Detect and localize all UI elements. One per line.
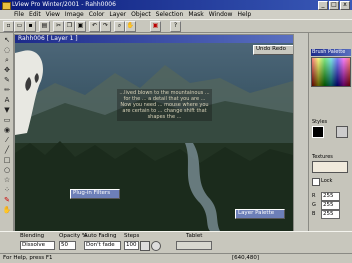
lock-label: Lock xyxy=(321,178,333,184)
text-tool-icon[interactable]: A xyxy=(2,96,12,105)
zoom-tool-icon[interactable]: ⌕ xyxy=(2,56,12,65)
title-bar: LView Pro Winter/2001 - Rahh0006 _ □ x xyxy=(0,0,352,10)
auto-fading-select[interactable]: Don't fade xyxy=(84,241,121,250)
status-bar: For Help, press F1 [640,480] xyxy=(0,253,352,263)
tablet-options[interactable] xyxy=(176,241,212,250)
copy-icon[interactable]: ❐ xyxy=(64,21,75,32)
info-overlay-text: ...lived blown to the mountainous ... fo… xyxy=(117,89,212,121)
close-button[interactable]: x xyxy=(340,1,350,10)
status-help-text: For Help, press F1 xyxy=(3,255,53,261)
save-icon[interactable]: ▪ xyxy=(25,21,36,32)
undo-redo-label: Undo Redo xyxy=(256,46,286,52)
menu-edit[interactable]: Edit xyxy=(29,10,41,19)
plugin-filters-label: Plug-in Filters xyxy=(73,190,111,196)
menu-color[interactable]: Color xyxy=(89,10,105,19)
star-tool-icon[interactable]: ☆ xyxy=(2,176,12,185)
new-icon[interactable]: ▫ xyxy=(3,21,14,32)
window-title: LView Pro Winter/2001 - Rahh0006 xyxy=(12,1,116,8)
menu-file[interactable]: File xyxy=(14,10,24,19)
image-canvas[interactable]: ...lived blown to the mountainous ... fo… xyxy=(15,43,293,231)
app-icon xyxy=(2,2,11,10)
styles-label: Styles xyxy=(312,119,328,125)
zoom-icon[interactable]: ⌕ xyxy=(114,21,125,32)
steps-field[interactable]: 100 xyxy=(124,241,139,250)
paste-icon[interactable]: ▣ xyxy=(75,21,86,32)
round-brush-icon[interactable] xyxy=(151,241,161,251)
menu-bar: File Edit View Image Color Layer Object … xyxy=(0,10,352,19)
color-picker-spectrum[interactable] xyxy=(311,57,351,87)
opacity-label: Opacity % xyxy=(59,233,88,239)
menu-object[interactable]: Object xyxy=(131,10,151,19)
tablet-label: Tablet xyxy=(186,233,203,239)
menu-selection[interactable]: Selection xyxy=(156,10,184,19)
r-label: R xyxy=(312,193,316,199)
red-tool-icon[interactable]: ▣ xyxy=(150,21,161,32)
status-coords: [640,480] xyxy=(232,255,260,261)
fill-tool-icon[interactable]: ▼ xyxy=(2,106,12,115)
layer-palette-panel[interactable]: Layer Palette xyxy=(235,209,285,219)
red-brush-tool-icon[interactable]: ✎ xyxy=(2,196,12,205)
cut-icon[interactable]: ✂ xyxy=(53,21,64,32)
tool-options-bar: Blending Dissolve Opacity % 50 Auto Fadi… xyxy=(0,231,352,253)
move-tool-icon[interactable]: ✥ xyxy=(2,66,12,75)
arrow-tool-icon[interactable]: ↖ xyxy=(2,36,12,45)
maximize-button[interactable]: □ xyxy=(329,1,339,10)
spray-tool-icon[interactable]: ⁘ xyxy=(2,186,12,195)
help-icon[interactable]: ? xyxy=(170,21,181,32)
opacity-field[interactable]: 50 xyxy=(59,241,76,250)
undo-icon[interactable]: ↶ xyxy=(89,21,100,32)
image-window-title-bar: Rahh006 [ Layer 1 ] xyxy=(15,35,293,43)
brush-palette-title: Brush Palette xyxy=(311,49,351,56)
minimize-button[interactable]: _ xyxy=(318,1,328,10)
clone-tool-icon[interactable]: ◉ xyxy=(2,126,12,135)
background-color-swatch[interactable] xyxy=(336,126,348,138)
auto-fading-label: Auto Fading xyxy=(84,233,117,239)
menu-image[interactable]: Image xyxy=(65,10,84,19)
tool-palette: ↖ ◌ ⌕ ✥ ✎ ✏ A ▼ ▭ ◉ ⁄ ╱ □ ○ ☆ ⁘ ✎ ✋ xyxy=(0,33,14,231)
g-value-field[interactable]: 255 xyxy=(321,201,340,210)
b-label: B xyxy=(312,211,316,217)
ellipse-tool-icon[interactable]: ○ xyxy=(2,166,12,175)
steps-label: Steps xyxy=(124,233,140,239)
redo-icon[interactable]: ↷ xyxy=(100,21,111,32)
menu-window[interactable]: Window xyxy=(209,10,233,19)
pencil-tool-icon[interactable]: ✏ xyxy=(2,86,12,95)
menu-layer[interactable]: Layer xyxy=(109,10,126,19)
g-label: G xyxy=(312,202,316,208)
blending-label: Blending xyxy=(20,233,45,239)
print-icon[interactable]: ▤ xyxy=(39,21,50,32)
undo-redo-panel[interactable]: Undo Redo xyxy=(253,45,293,55)
r-value-field[interactable]: 255 xyxy=(321,192,340,201)
plugin-filters-panel[interactable]: Plug-in Filters xyxy=(70,189,120,199)
image-window-title: Rahh006 [ Layer 1 ] xyxy=(18,35,78,42)
landscape-image xyxy=(15,50,293,231)
menu-view[interactable]: View xyxy=(46,10,60,19)
menu-mask[interactable]: Mask xyxy=(188,10,203,19)
hand-tool-icon[interactable]: ✋ xyxy=(2,206,12,215)
line-tool-icon[interactable]: ╱ xyxy=(2,146,12,155)
dropper-tool-icon[interactable]: ⁄ xyxy=(2,136,12,145)
layer-palette-label: Layer Palette xyxy=(238,210,275,216)
blending-select[interactable]: Dissolve xyxy=(20,241,55,250)
hand-icon[interactable]: ✋ xyxy=(125,21,136,32)
b-value-field[interactable]: 255 xyxy=(321,210,340,219)
textures-label: Textures xyxy=(312,154,333,160)
brush-shape-icon[interactable] xyxy=(140,241,150,251)
lasso-tool-icon[interactable]: ◌ xyxy=(2,46,12,55)
texture-swatch[interactable] xyxy=(312,161,348,173)
menu-help[interactable]: Help xyxy=(237,10,251,19)
brush-tool-icon[interactable]: ✎ xyxy=(2,76,12,85)
open-icon[interactable]: ▭ xyxy=(14,21,25,32)
rect-tool-icon[interactable]: □ xyxy=(2,156,12,165)
eraser-tool-icon[interactable]: ▭ xyxy=(2,116,12,125)
foreground-color-swatch[interactable] xyxy=(312,126,324,138)
lock-checkbox[interactable] xyxy=(312,178,320,186)
